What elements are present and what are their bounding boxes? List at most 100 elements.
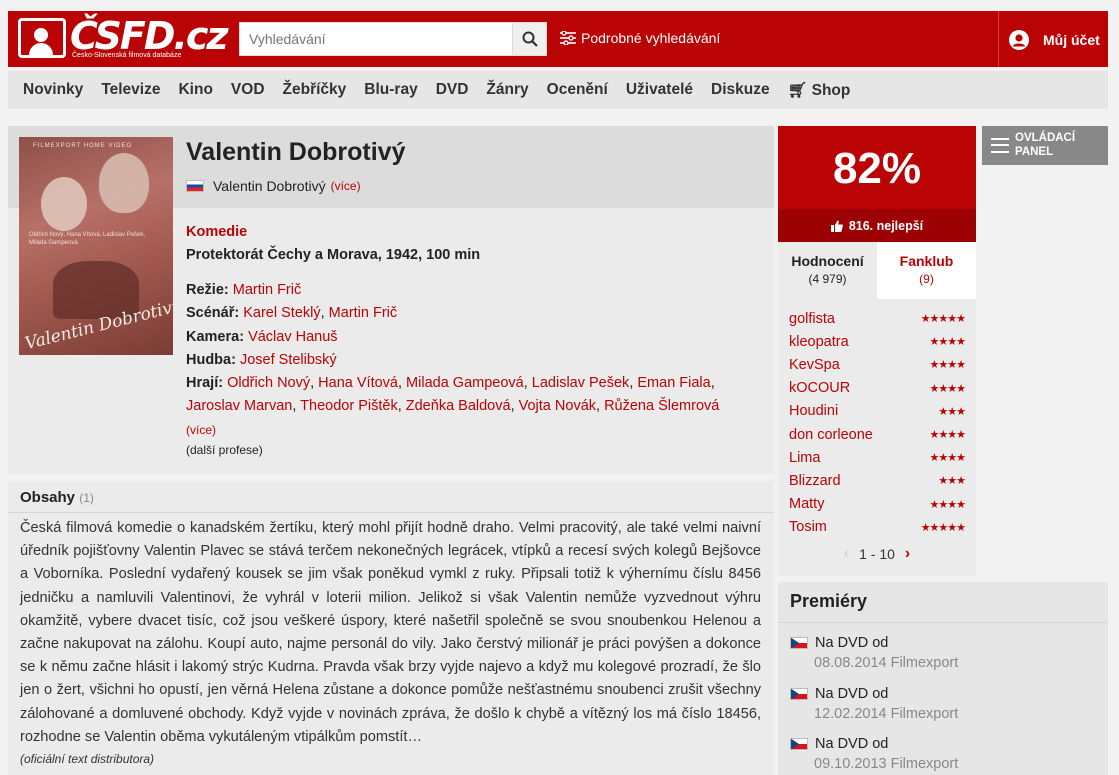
user-rating-row: Matty ★★★★ [789,493,966,516]
person-link[interactable]: Vojta Novák [519,398,596,414]
user-link[interactable]: Houdini [789,403,838,419]
sliders-icon [560,31,576,45]
nav-kino[interactable]: Kino [178,81,212,99]
control-panel-label: OVLÁDACÍ PANEL [1015,132,1076,158]
nav-oceneni[interactable]: Ocenění [547,81,608,99]
plot-divider [8,512,774,513]
person-link[interactable]: Milada Gampeová [406,375,524,391]
premiere-item: Na DVD od 12.02.2014 Filmexport [790,686,958,722]
nav-uzivatele[interactable]: Uživatelé [626,81,693,99]
nav-shop[interactable]: 🛒︎ Shop [788,81,851,100]
nav-zebricky[interactable]: Žebříčky [283,81,347,99]
ratings-pager: ‹ 1 - 10 › [778,545,976,563]
credit-label: Hrají: [186,375,224,392]
tab-fanclub[interactable]: Fanklub (9) [877,242,976,299]
credit-label: Režie: [186,282,229,298]
person-link[interactable]: Jaroslav Marvan [186,398,292,414]
person-link[interactable]: Theodor Pištěk [300,398,398,414]
account-button[interactable]: Můj účet [1009,30,1100,50]
tab-fanclub-count: (9) [919,272,934,286]
advanced-search-label: Podrobné vyhledávání [581,30,721,46]
alternate-title-text: Valentin Dobrotivý [213,178,326,194]
credit-cast: Hrají: Oldřich Nový, Hana Vítová, Milada… [186,375,720,437]
tab-ratings[interactable]: Hodnocení (4 979) [778,242,877,299]
user-link[interactable]: kleopatra [789,334,849,350]
top-bar: ČSFD.cz Česko-Slovenská filmová databáze… [8,11,1108,67]
nav-shop-label: Shop [811,81,851,99]
credit-label: Scénář: [186,305,240,322]
credit-writing: Scénář: Karel Steklý, Martin Frič [186,305,398,322]
account-label: Můj účet [1043,32,1100,48]
user-icon [1009,30,1029,50]
user-rating-row: don corleone ★★★★ [789,423,966,446]
nav-televize[interactable]: Televize [101,81,160,99]
user-link[interactable]: don corleone [789,427,873,443]
search-box [239,22,547,56]
premiere-label: Na DVD od [815,635,889,651]
more-professions-link[interactable]: (další profese) [186,443,263,457]
nav-zanry[interactable]: Žánry [486,81,528,99]
nav-novinky[interactable]: Novinky [23,81,83,99]
user-link[interactable]: Tosim [789,519,827,535]
premiere-detail: 08.08.2014 Filmexport [814,655,959,671]
star-rating-icon: ★★★ [938,475,966,488]
film-origin: Protektorát Čechy a Morava, 1942, 100 mi… [186,247,481,263]
poster-face [41,177,87,231]
premieres-divider [778,622,1108,623]
search-button[interactable] [512,23,546,55]
cart-icon: 🛒︎ [787,81,808,99]
star-rating-icon: ★★★★ [929,429,966,442]
rating-rank[interactable]: 816. nejlepší [778,209,976,242]
nav-dvd[interactable]: DVD [436,81,469,99]
user-link[interactable]: KevSpa [789,357,840,373]
person-link[interactable]: Josef Stelibský [240,352,337,368]
person-link[interactable]: Martin Frič [233,282,301,298]
credit-music: Hudba: Josef Stelibský [186,349,746,372]
user-link[interactable]: kOCOUR [789,380,850,396]
user-link[interactable]: Lima [789,450,820,466]
premiere-label: Na DVD od [815,686,889,702]
poster-face [99,153,149,213]
logo-mark-icon [18,18,66,58]
credit-label: Hudba: [186,351,236,368]
person-link[interactable]: Zdeňka Baldová [406,398,511,414]
film-poster[interactable]: FILMEXPORT HOME VIDEO Oldřich Nový, Hana… [19,137,173,355]
plot-source: (oficiální text distributora) [20,752,155,766]
person-link[interactable]: Růžena Šlemrová [604,398,719,414]
user-link[interactable]: Blizzard [789,473,841,489]
alternate-titles-more-link[interactable]: (více) [331,179,361,193]
person-link[interactable]: Hana Vítová [318,375,398,391]
person-link[interactable]: Karel Steklý [243,305,320,321]
person-link[interactable]: Martin Frič [329,305,397,321]
premiere-detail: 12.02.2014 Filmexport [814,706,959,722]
premieres-heading: Premiéry [790,591,868,611]
cast-more-link[interactable]: (více) [186,423,216,437]
main-nav: Novinky Televize Kino VOD Žebříčky Blu-r… [8,71,1108,109]
user-rating-row: Tosim ★★★★★ [789,516,966,539]
czech-flag-icon [790,738,808,750]
search-input[interactable] [240,23,512,55]
thumbs-up-icon [830,220,843,232]
site-logo[interactable]: ČSFD.cz Česko-Slovenská filmová databáze [18,14,228,62]
person-link[interactable]: Václav Hanuš [248,329,337,345]
rating-rank-text: 816. nejlepší [848,218,924,233]
control-panel-button[interactable]: OVLÁDACÍ PANEL [982,126,1108,165]
nav-diskuze[interactable]: Diskuze [711,81,770,99]
user-link[interactable]: golfista [789,311,835,327]
film-genre[interactable]: Komedie [186,224,247,240]
search-icon [522,31,538,47]
plot-heading: Obsahy (1) [20,489,94,506]
user-link[interactable]: Matty [789,496,824,512]
logo-subtitle: Česko-Slovenská filmová databáze [72,52,182,59]
credit-label: Kamera: [186,328,245,345]
poster-publisher: FILMEXPORT HOME VIDEO [33,143,133,149]
chevron-right-icon[interactable]: › [905,545,910,563]
person-link[interactable]: Oldřich Nový [227,375,310,391]
person-link[interactable]: Eman Fiala [637,375,710,391]
advanced-search-link[interactable]: Podrobné vyhledávání [560,30,720,46]
nav-bluray[interactable]: Blu-ray [364,81,417,99]
person-link[interactable]: Ladislav Pešek [532,375,630,391]
user-rating-row: kOCOUR ★★★★ [789,377,966,400]
user-rating-row: golfista ★★★★★ [789,307,966,330]
nav-vod[interactable]: VOD [231,81,265,99]
